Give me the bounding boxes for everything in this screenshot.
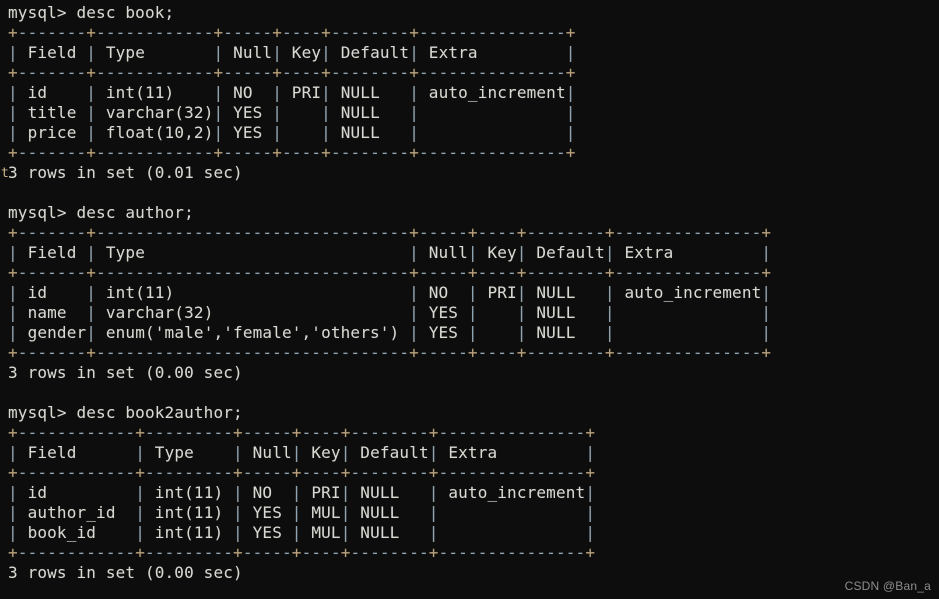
status-line: 3 rows in set (0.01 sec) <box>8 163 243 182</box>
command-line: mysql> desc book2author; <box>8 403 243 422</box>
command-line: mysql> desc book; <box>8 3 175 22</box>
status-line: 3 rows in set (0.00 sec) <box>8 363 243 382</box>
table-row: | name | varchar(32) | YES | | NULL | | <box>8 303 772 322</box>
table-row: | id | int(11) | NO | PRI| NULL | auto_i… <box>8 283 772 302</box>
left-edge-glyph: t <box>1 166 9 181</box>
table-row: | book_id | int(11) | YES | MUL| NULL | … <box>8 523 596 542</box>
table-rule: +------------+---------+-----+----+-----… <box>8 543 596 562</box>
table-row: | author_id | int(11) | YES | MUL| NULL … <box>8 503 596 522</box>
table-row: | id | int(11) | NO | PRI| NULL | auto_i… <box>8 83 576 102</box>
table-row: | id | int(11) | NO | PRI| NULL | auto_i… <box>8 483 596 502</box>
table-rule: +-------+-------------------------------… <box>8 223 772 242</box>
table-rule: +-------+-------------------------------… <box>8 343 772 362</box>
console-output[interactable]: mysql> desc book; +-------+------------+-… <box>8 3 771 583</box>
table-row: | title | varchar(32)| YES | | NULL | | <box>8 103 576 122</box>
table-header-row: | Field | Type | Null| Key| Default| Ext… <box>8 43 576 62</box>
watermark: CSDN @Ban_a <box>844 579 931 593</box>
table-rule: +-------+------------+-----+----+-------… <box>8 63 576 82</box>
terminal-window[interactable]: mysql> desc book; +-------+------------+-… <box>0 0 939 599</box>
table-row: | gender| enum('male','female','others')… <box>8 323 772 342</box>
table-row: | price | float(10,2)| YES | | NULL | | <box>8 123 576 142</box>
command-line: mysql> desc author; <box>8 203 194 222</box>
table-rule: +-------+-------------------------------… <box>8 263 772 282</box>
table-header-row: | Field | Type | Null| Key| Default| Ext… <box>8 443 596 462</box>
table-rule: +-------+------------+-----+----+-------… <box>8 23 576 42</box>
status-line: 3 rows in set (0.00 sec) <box>8 563 243 582</box>
table-rule: +-------+------------+-----+----+-------… <box>8 143 576 162</box>
table-rule: +------------+---------+-----+----+-----… <box>8 463 596 482</box>
table-rule: +------------+---------+-----+----+-----… <box>8 423 596 442</box>
table-header-row: | Field | Type | Null| Key| Default| Ext… <box>8 243 772 262</box>
